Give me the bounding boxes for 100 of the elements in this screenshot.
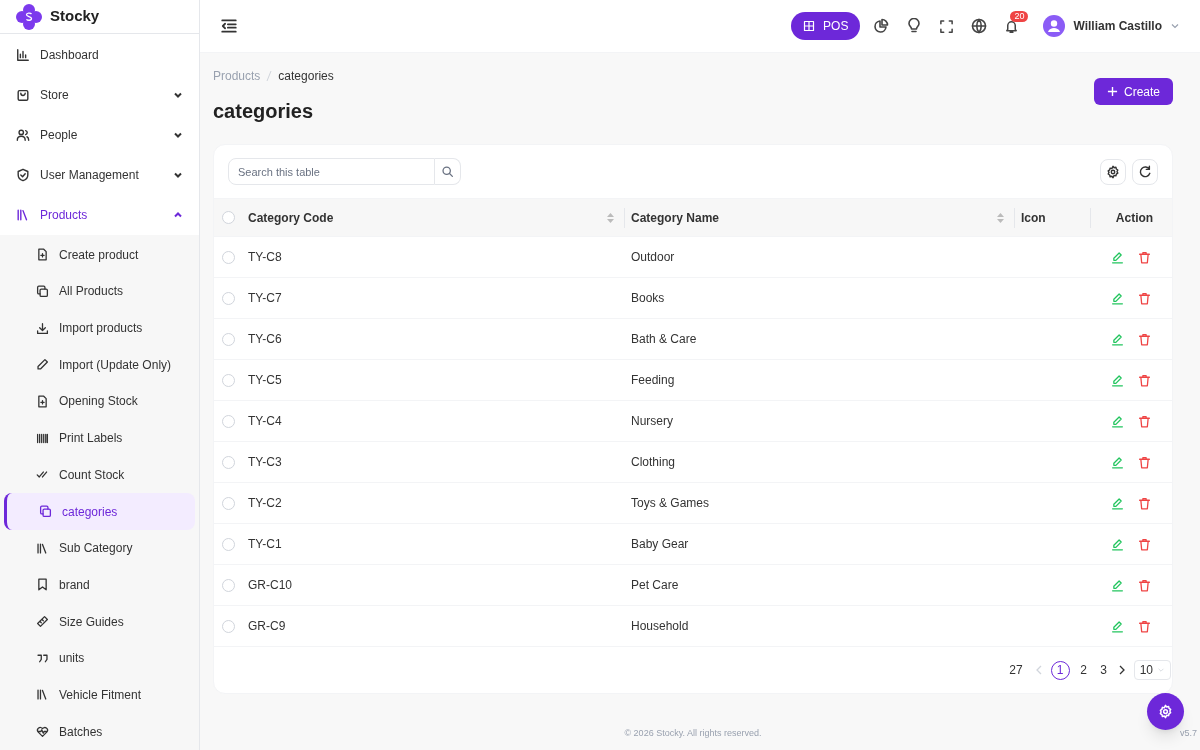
sidebar-subitem[interactable]: Sub Category: [4, 529, 195, 567]
pencil-icon: [36, 358, 49, 372]
sort-icon[interactable]: [997, 212, 1004, 223]
edit-icon[interactable]: [1111, 414, 1124, 428]
edit-icon[interactable]: [1111, 332, 1124, 346]
chart-icon: [16, 48, 30, 63]
table-cell-text: Pet Care: [630, 577, 680, 594]
books-icon: [36, 541, 49, 555]
edit-icon[interactable]: [1111, 496, 1124, 510]
table-cell-text: Clothing: [630, 454, 677, 471]
delete-icon[interactable]: [1138, 537, 1151, 551]
total-count: 27: [1009, 662, 1023, 679]
row-checkbox[interactable]: [222, 414, 235, 428]
table-cell-text: TY-C4: [248, 413, 283, 430]
grid-icon: [803, 20, 816, 32]
next-page-icon[interactable]: [1117, 665, 1126, 675]
delete-icon[interactable]: [1138, 291, 1151, 305]
edit-icon[interactable]: [1111, 250, 1124, 264]
delete-icon[interactable]: [1138, 455, 1151, 469]
sidebar-subitem[interactable]: Print Labels: [4, 419, 195, 457]
column-header[interactable]: Action: [1097, 208, 1172, 227]
menu-icon[interactable]: [220, 17, 238, 35]
sidebar-subitem[interactable]: Create product: [4, 236, 195, 274]
sidebar-subitem[interactable]: Count Stock: [4, 456, 195, 494]
edit-icon[interactable]: [1111, 537, 1124, 551]
delete-icon[interactable]: [1138, 578, 1151, 592]
column-header[interactable]: Category Name: [631, 208, 997, 227]
sidebar-item[interactable]: Dashboard: [0, 35, 199, 76]
file-plus-icon: [36, 394, 49, 408]
plus-icon: [1106, 86, 1118, 97]
page-button[interactable]: 3: [1097, 660, 1110, 680]
chevron-icon: [1157, 666, 1165, 674]
sidebar-subitem[interactable]: All Products: [4, 273, 195, 310]
prev-page-icon[interactable]: [1034, 665, 1043, 675]
row-checkbox[interactable]: [222, 455, 235, 469]
pie-chart-icon: [873, 18, 890, 34]
ruler-icon: [36, 615, 49, 629]
sidebar-item[interactable]: People: [0, 115, 199, 156]
logo-icon: [16, 3, 42, 30]
row-checkbox[interactable]: [222, 332, 235, 346]
search-field[interactable]: Search this table: [228, 158, 435, 185]
edit-icon[interactable]: [1111, 619, 1124, 633]
table-cell-text: Books: [630, 290, 666, 307]
settings-fab[interactable]: [1147, 693, 1184, 730]
sidebar-item[interactable]: User Management: [0, 155, 199, 196]
sidebar-subitem[interactable]: Import products: [4, 309, 195, 347]
edit-icon[interactable]: [1111, 578, 1124, 592]
delete-icon[interactable]: [1138, 619, 1151, 633]
row-checkbox[interactable]: [222, 496, 235, 510]
search-icon: [441, 165, 454, 178]
delete-icon[interactable]: [1138, 414, 1151, 428]
row-checkbox[interactable]: [222, 619, 235, 633]
table-cell-text: Feeding: [630, 372, 676, 389]
sidebar-subitem[interactable]: Batches: [4, 713, 195, 750]
page-title: categories: [213, 99, 315, 124]
column-header[interactable]: Icon: [1021, 208, 1080, 227]
table-cell-text: TY-C7: [248, 290, 283, 307]
sort-icon[interactable]: [607, 212, 614, 223]
table-cell-text: TY-C3: [248, 454, 283, 471]
sidebar-item[interactable]: Products: [0, 195, 199, 236]
delete-icon[interactable]: [1138, 496, 1151, 510]
sidebar-subitem[interactable]: Import (Update Only): [4, 346, 195, 384]
version-text: v5.7: [1180, 726, 1197, 740]
column-header[interactable]: Category Code: [248, 208, 607, 227]
avatar-icon[interactable]: [1043, 15, 1066, 37]
delete-icon[interactable]: [1138, 373, 1151, 387]
create-button[interactable]: Create: [1093, 78, 1173, 105]
table-cell-text: Bath & Care: [630, 331, 698, 348]
lightbulb-icon: [906, 18, 923, 34]
breadcrumb-current: categories: [278, 68, 334, 85]
page-button[interactable]: 2: [1077, 660, 1090, 680]
sidebar-subitem[interactable]: Opening Stock: [4, 383, 195, 420]
sidebar-subitem[interactable]: Vehicle Fitment: [4, 676, 195, 714]
row-checkbox[interactable]: [222, 250, 235, 264]
pos-button[interactable]: POS: [791, 12, 861, 40]
sidebar-subitem[interactable]: brand: [4, 566, 195, 604]
sidebar-subitem[interactable]: Size Guides: [4, 603, 195, 640]
edit-icon[interactable]: [1111, 291, 1124, 305]
row-checkbox[interactable]: [222, 211, 235, 224]
table-cell-text: TY-C8: [248, 249, 283, 266]
settings-button[interactable]: [1100, 158, 1126, 185]
barcode-icon: [36, 431, 49, 445]
row-checkbox[interactable]: [222, 578, 235, 592]
people-icon: [16, 128, 30, 143]
delete-icon[interactable]: [1138, 332, 1151, 346]
row-checkbox[interactable]: [222, 291, 235, 305]
row-checkbox[interactable]: [222, 373, 235, 387]
page-size-select[interactable]: 10: [1133, 660, 1171, 680]
row-checkbox[interactable]: [222, 537, 235, 551]
table-cell-text: TY-C1: [248, 536, 283, 553]
refresh-button[interactable]: [1132, 158, 1158, 185]
edit-icon[interactable]: [1111, 455, 1124, 469]
search-button[interactable]: [435, 158, 461, 185]
user-name[interactable]: William Castillo: [1073, 17, 1162, 35]
sidebar-subitem[interactable]: categories: [4, 493, 195, 530]
sidebar-subitem[interactable]: units: [4, 639, 195, 677]
edit-icon[interactable]: [1111, 373, 1124, 387]
delete-icon[interactable]: [1138, 250, 1151, 264]
table-cell-text: TY-C2: [248, 495, 283, 512]
sidebar-item[interactable]: Store: [0, 75, 199, 116]
